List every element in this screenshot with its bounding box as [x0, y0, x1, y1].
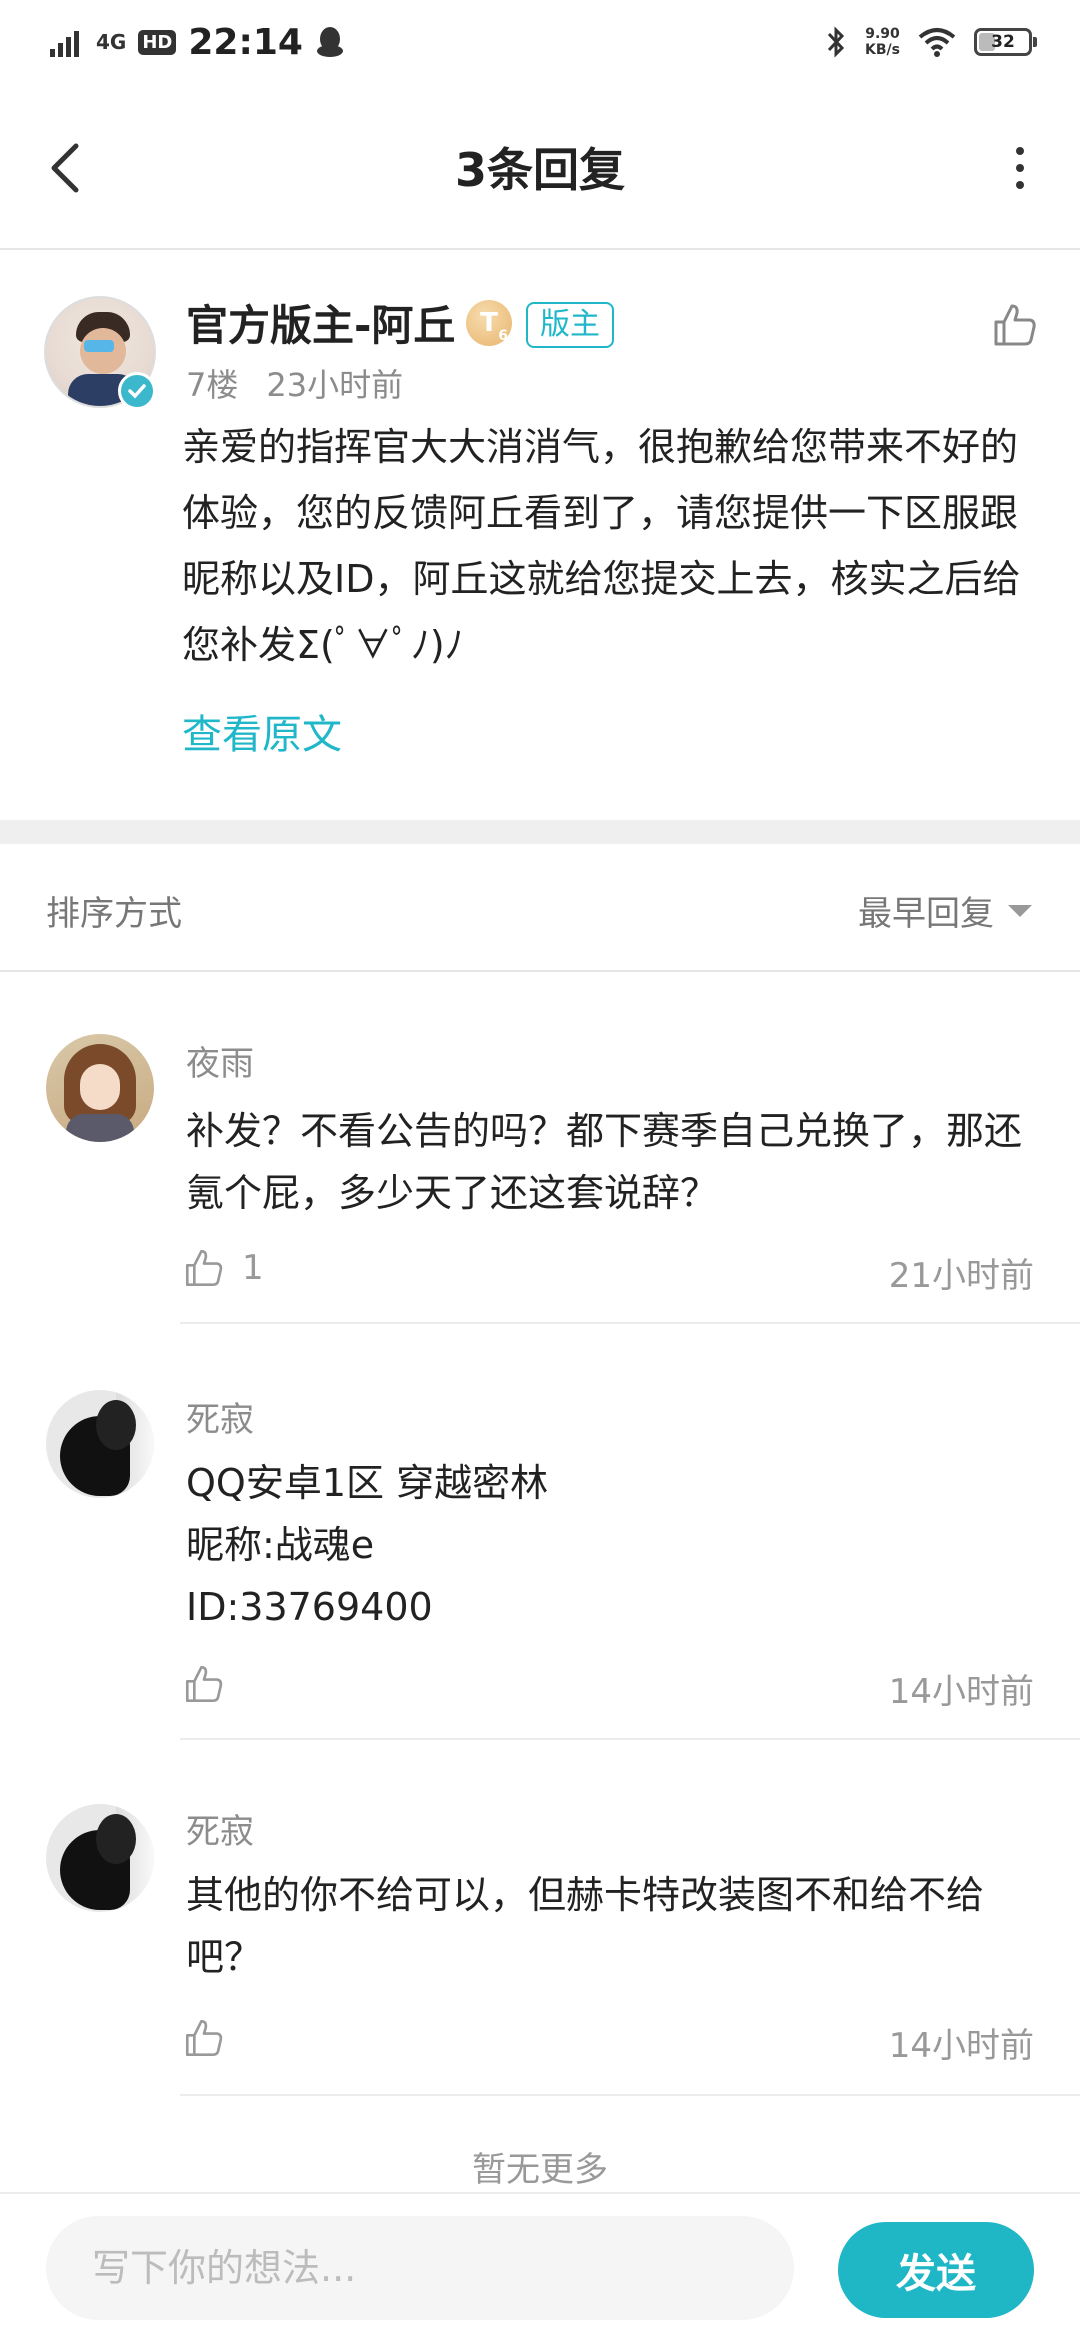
reply-like-button[interactable] [182, 2016, 242, 2060]
thumbs-up-icon [185, 1249, 223, 1287]
send-button[interactable]: 发送 [838, 2222, 1034, 2318]
post-meta: 7楼 23小时前 [186, 360, 403, 406]
no-more-label: 暂无更多 [472, 2150, 608, 2190]
sort-selected: 最早回复 [858, 894, 994, 934]
qq-penguin-icon [316, 27, 343, 57]
reply-time: 14小时前 [888, 1672, 1034, 1712]
signal-icon [50, 31, 79, 57]
comment-bar: 发送 [0, 2192, 1080, 2340]
page-title: 3条回复 [454, 143, 625, 197]
hd-icon: HD [138, 29, 177, 55]
verified-check-icon [118, 372, 156, 410]
reply-text: QQ安卓1区 穿越密林 昵称:战魂e ID:33769400 [186, 1461, 549, 1629]
sort-label: 排序方式 [46, 894, 182, 934]
reply-item: 死寂 其他的你不给可以，但赫卡特改装图不和给不给吧？ 14小时前 [0, 1740, 1080, 2096]
reply-avatar[interactable] [46, 1804, 154, 1912]
reply-item: 夜雨 补发？不看公告的吗？都下赛季自己兑换了，那还氪个屁，多少天了还这套说辞？ … [0, 974, 1080, 1324]
sort-dropdown[interactable]: 最早回复 [858, 886, 1032, 935]
reply-author[interactable]: 夜雨 [186, 1036, 254, 1085]
network-speed: 9.90 KB/s [865, 26, 900, 58]
divider [180, 2094, 1080, 2096]
battery-icon: 32 [974, 28, 1037, 56]
reply-text: 补发？不看公告的吗？都下赛季自己兑换了，那还氪个屁，多少天了还这套说辞？ [186, 1109, 1023, 1215]
clock: 22:14 [188, 21, 303, 63]
more-options-button[interactable] [1000, 138, 1040, 198]
title-bar: 3条回复 [0, 84, 1080, 250]
reply-like-button[interactable] [182, 1662, 242, 1706]
view-original-link[interactable]: 查看原文 [182, 702, 342, 760]
post-time: 23小时前 [266, 366, 404, 404]
reply-avatar[interactable] [46, 1390, 154, 1498]
like-button[interactable] [990, 300, 1040, 350]
thumbs-up-icon [185, 2019, 223, 2057]
post-content: 亲爱的指挥官大大消消气，很抱歉给您带来不好的体验，您的反馈阿丘看到了，请您提供一… [182, 425, 1021, 667]
reply-author[interactable]: 死寂 [186, 1392, 254, 1441]
moderator-tag: 版主 [526, 302, 614, 348]
caret-down-icon [1008, 904, 1032, 917]
network-type: 4G [96, 30, 127, 54]
reply-item: 死寂 QQ安卓1区 穿越密林 昵称:战魂e ID:33769400 14小时前 [0, 1324, 1080, 1740]
bluetooth-icon [827, 26, 845, 58]
author-name[interactable]: 官方版主-阿丘 [186, 292, 455, 353]
reply-like-button[interactable]: 1 [182, 1246, 264, 1290]
section-divider [0, 820, 1080, 844]
thumbs-up-icon [994, 304, 1036, 346]
reply-time: 14小时前 [888, 2026, 1034, 2066]
thumbs-up-icon [185, 1665, 223, 1703]
more-dots-icon [1016, 147, 1024, 155]
level-badge: T6 [466, 300, 512, 346]
reply-time: 21小时前 [888, 1256, 1034, 1296]
reply-text: 其他的你不给可以，但赫卡特改装图不和给不给吧？ [186, 1873, 985, 1979]
main-post: 官方版主-阿丘 T6 版主 7楼 23小时前 亲爱的指挥官大大消消气，很抱歉给您… [0, 252, 1080, 822]
like-count: 1 [242, 1248, 264, 1288]
reply-author[interactable]: 死寂 [186, 1804, 254, 1853]
comment-input[interactable] [46, 2216, 794, 2320]
wifi-icon [918, 28, 956, 57]
floor-number: 7楼 [186, 366, 239, 404]
reply-avatar[interactable] [46, 1034, 154, 1142]
sort-bar: 排序方式 最早回复 [0, 844, 1080, 972]
status-bar: 4G HD 22:14 9.90 KB/s 32 [0, 0, 1080, 84]
